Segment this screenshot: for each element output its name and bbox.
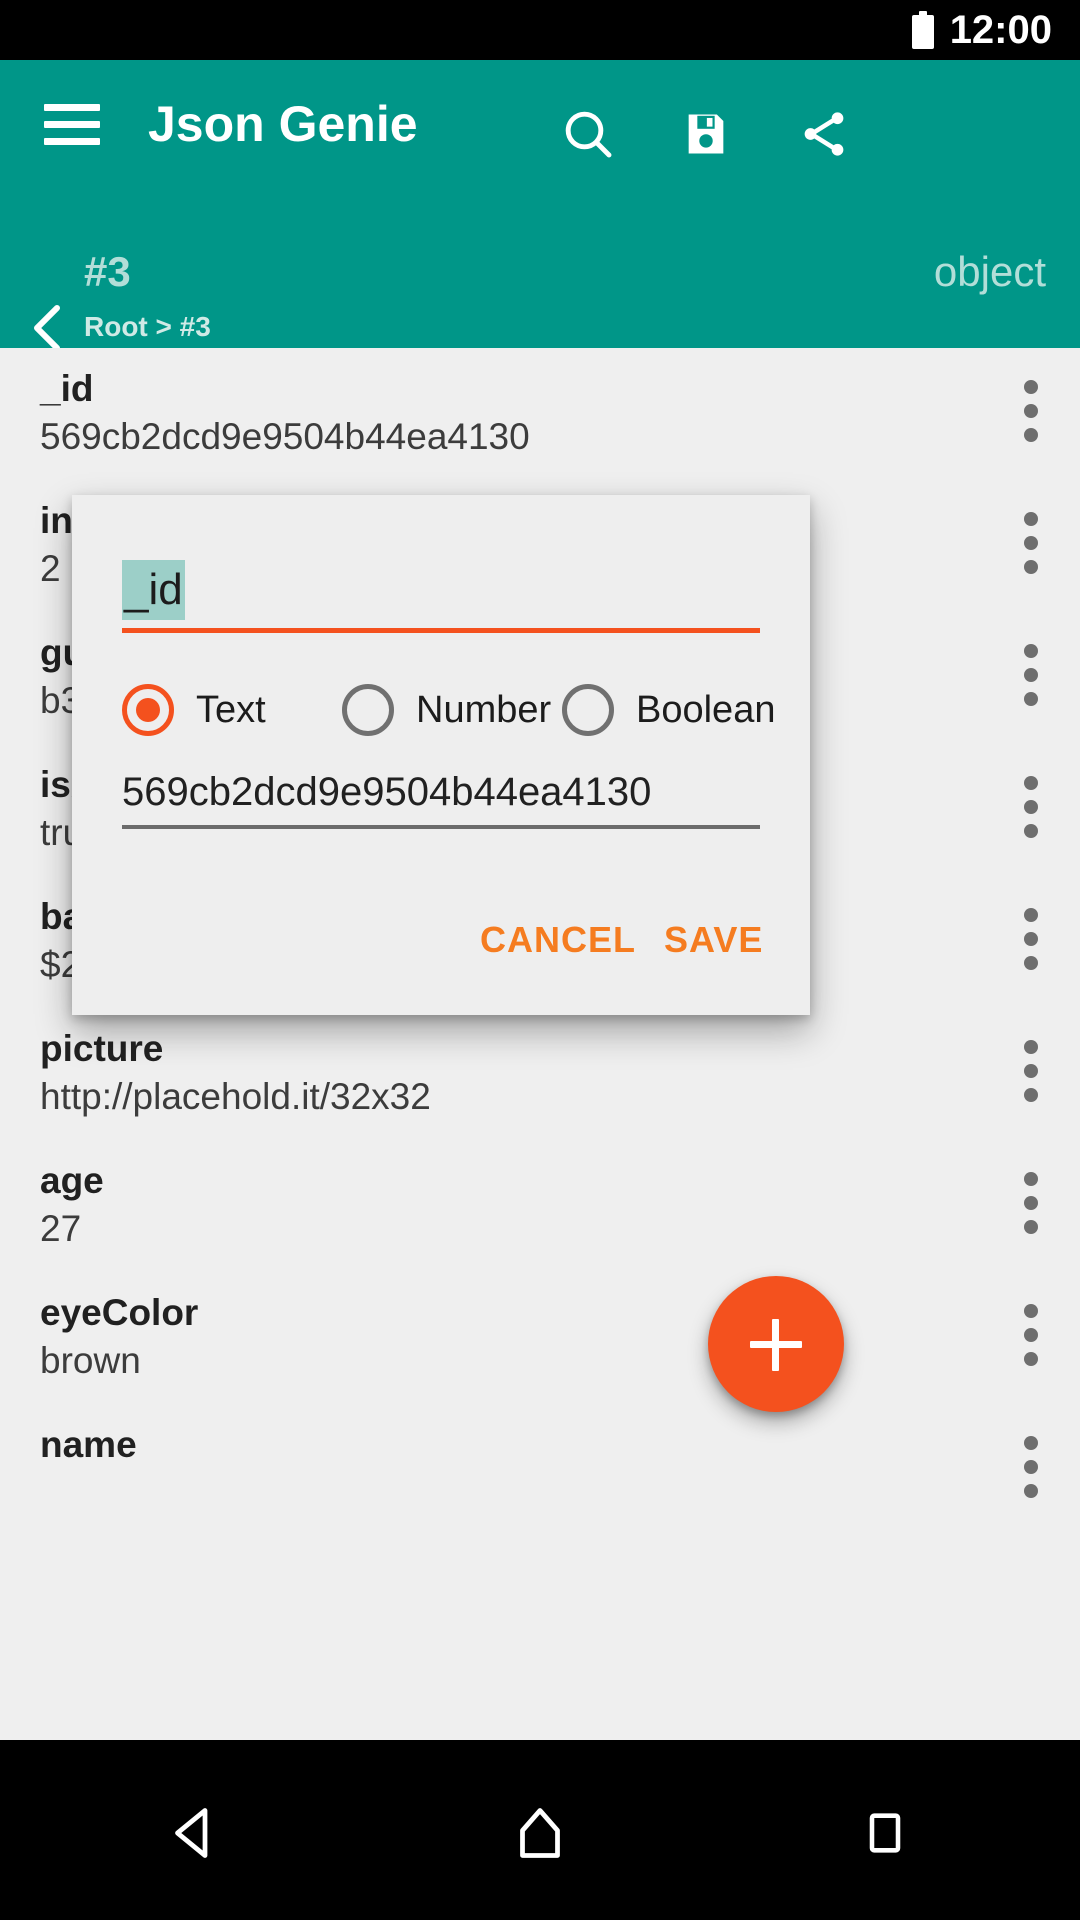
radio-dot-icon — [342, 684, 394, 736]
key-input-value: _id — [122, 560, 185, 620]
key-input[interactable]: _id — [122, 560, 760, 622]
save-icon[interactable] — [670, 98, 742, 170]
save-button[interactable]: SAVE — [664, 905, 763, 975]
value-input[interactable]: 569cb2dcd9e9504b44ea4130 — [122, 763, 760, 821]
home-icon[interactable] — [495, 1788, 585, 1878]
radio-type-number[interactable]: Number — [342, 675, 551, 745]
radio-dot-icon — [562, 684, 614, 736]
breadcrumb[interactable]: Root > #3 — [84, 312, 211, 342]
search-icon[interactable] — [552, 98, 624, 170]
node-name: #3 — [84, 248, 131, 295]
radio-label: Text — [196, 689, 266, 731]
screen-root: 12:00 Json Genie #3 object Root > #3 _id… — [0, 0, 1080, 1920]
page-title: Json Genie — [148, 96, 418, 152]
hamburger-menu-icon[interactable] — [44, 102, 100, 146]
status-bar-clock: 12:00 — [949, 8, 1052, 52]
edit-entry-dialog: _id Text Number Boolean 569cb2dcd9e9504b… — [72, 495, 810, 1015]
radio-label: Number — [416, 689, 552, 731]
app-bar: Json Genie — [0, 60, 1080, 190]
dialog-actions: CANCEL SAVE — [72, 905, 810, 975]
node-type: object — [933, 248, 1046, 295]
android-navigation-bar — [0, 1740, 1080, 1920]
cancel-button[interactable]: CANCEL — [480, 905, 636, 975]
radio-type-text[interactable]: Text — [122, 675, 266, 745]
triangle-back-icon[interactable] — [150, 1788, 240, 1878]
radio-dot-icon — [122, 684, 174, 736]
share-icon[interactable] — [788, 98, 860, 170]
add-entry-fab[interactable] — [708, 1276, 844, 1412]
status-bar: 12:00 — [0, 0, 1080, 60]
square-recents-icon[interactable] — [840, 1788, 930, 1878]
battery-full-icon — [911, 11, 934, 49]
radio-type-boolean[interactable]: Boolean — [562, 675, 775, 745]
value-input-underline — [122, 825, 760, 829]
radio-label: Boolean — [636, 689, 776, 731]
value-type-radio-group: Text Number Boolean — [122, 675, 775, 745]
key-input-underline — [122, 628, 760, 633]
